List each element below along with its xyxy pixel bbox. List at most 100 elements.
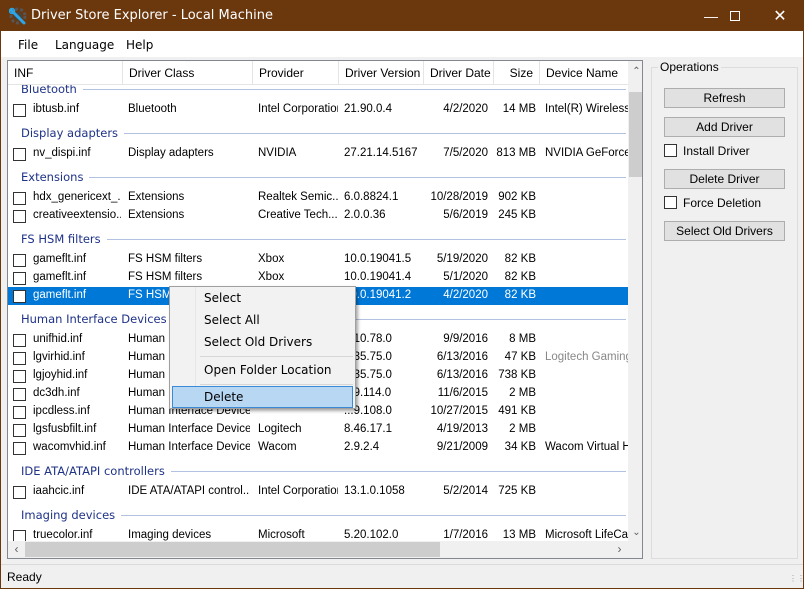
cell-size: 2 MB xyxy=(509,423,536,435)
menu-help[interactable]: Help xyxy=(126,38,153,52)
table-row[interactable]: iaahcic.inf IDE ATA/ATAPI control... Intel… xyxy=(8,483,628,501)
horizontal-scrollbar[interactable]: ‹ › xyxy=(8,541,628,558)
force-deletion-checkbox-box[interactable] xyxy=(664,196,677,209)
cell-size: 82 KB xyxy=(504,253,536,265)
cell-date: 9/9/2016 xyxy=(443,333,488,345)
context-menu-delete[interactable]: Delete xyxy=(172,386,353,408)
title-bar: Driver Store Explorer - Local Machine — … xyxy=(1,0,803,31)
scroll-right-icon[interactable]: › xyxy=(611,541,628,558)
column-driver-version[interactable]: Driver Version xyxy=(339,61,424,85)
context-menu-select-all[interactable]: Select All xyxy=(172,309,353,331)
table-row[interactable]: creativeextensio... Extensions Creative Te… xyxy=(8,207,628,225)
cell-size: 14 MB xyxy=(502,103,536,115)
row-checkbox[interactable] xyxy=(13,442,26,455)
cell-inf: gameflt.inf xyxy=(33,289,87,301)
cell-inf: unifhid.inf xyxy=(33,333,83,345)
vertical-scroll-thumb[interactable] xyxy=(629,92,642,177)
row-checkbox[interactable] xyxy=(13,370,26,383)
group-header[interactable]: Bluetooth xyxy=(8,85,628,99)
row-checkbox[interactable] xyxy=(13,486,26,499)
cell-version: 5.20.102.0 xyxy=(344,529,399,541)
maximize-button[interactable] xyxy=(712,0,758,31)
add-driver-button[interactable]: Add Driver xyxy=(664,117,785,137)
row-checkbox[interactable] xyxy=(13,272,26,285)
row-checkbox[interactable] xyxy=(13,530,26,541)
cell-size: 2 MB xyxy=(509,387,536,399)
group-label: IDE ATA/ATAPI controllers xyxy=(21,464,171,478)
close-button[interactable]: ✕ xyxy=(757,0,803,31)
install-driver-checkbox-box[interactable] xyxy=(664,144,677,157)
cell-provider: Logitech xyxy=(258,423,302,435)
row-checkbox[interactable] xyxy=(13,388,26,401)
sort-ascending-icon: ⌃ xyxy=(184,60,193,69)
cell-version: ...10.78.0 xyxy=(344,333,392,345)
row-checkbox[interactable] xyxy=(13,210,26,223)
group-divider xyxy=(21,177,626,178)
scroll-left-icon[interactable]: ‹ xyxy=(8,541,25,558)
row-checkbox[interactable] xyxy=(13,352,26,365)
vertical-scrollbar[interactable]: ⌃ ⌄ xyxy=(628,61,642,541)
cell-provider: Microsoft xyxy=(258,529,305,541)
group-header[interactable]: Imaging devices xyxy=(8,505,628,525)
refresh-button[interactable]: Refresh xyxy=(664,88,785,108)
context-menu-select-old-drivers[interactable]: Select Old Drivers xyxy=(172,331,353,353)
cell-inf: gameflt.inf xyxy=(33,271,87,283)
row-checkbox[interactable] xyxy=(13,104,26,117)
context-menu-select[interactable]: Select xyxy=(172,287,353,309)
row-checkbox[interactable] xyxy=(13,334,26,347)
cell-size: 82 KB xyxy=(504,271,536,283)
group-label: Extensions xyxy=(21,170,90,184)
cell-size: 725 KB xyxy=(498,485,536,497)
table-row[interactable]: gameflt.inf FS HSM filters Xbox 10.0.19041.… xyxy=(8,269,628,287)
select-old-drivers-button[interactable]: Select Old Drivers xyxy=(664,221,785,241)
column-driver-date[interactable]: Driver Date xyxy=(424,61,494,85)
row-checkbox[interactable] xyxy=(13,406,26,419)
scroll-down-icon[interactable]: ⌄ xyxy=(628,524,642,541)
column-device-name[interactable]: Device Name xyxy=(540,61,640,85)
table-row[interactable]: ibtusb.inf Bluetooth Intel Corporation 21.9… xyxy=(8,101,628,119)
cell-version: ...9.114.0 xyxy=(344,387,392,399)
cell-size: 902 KB xyxy=(498,191,536,203)
menu-language[interactable]: Language xyxy=(55,38,114,52)
cell-date: 4/2/2020 xyxy=(443,289,488,301)
cell-date: 11/6/2015 xyxy=(437,387,488,399)
cell-provider: Wacom xyxy=(258,441,297,453)
column-provider[interactable]: Provider xyxy=(253,61,339,85)
cell-inf: lgjoyhid.inf xyxy=(33,369,88,381)
install-driver-label: Install Driver xyxy=(683,144,750,158)
resize-grip-icon[interactable]: ⋮⋮ xyxy=(789,574,804,584)
table-row[interactable]: hdx_genericext_... Extensions Realtek Semi… xyxy=(8,189,628,207)
group-header[interactable]: Extensions xyxy=(8,167,628,187)
context-menu-open-folder-location[interactable]: Open Folder Location xyxy=(172,359,353,381)
cell-inf: creativeextensio... xyxy=(33,209,121,221)
menu-file[interactable]: File xyxy=(18,38,38,52)
horizontal-scroll-thumb[interactable] xyxy=(25,542,440,557)
cell-inf: iaahcic.inf xyxy=(33,485,85,497)
row-checkbox[interactable] xyxy=(13,424,26,437)
table-row[interactable]: truecolor.inf Imaging devices Microsoft 5.2… xyxy=(8,527,628,541)
table-row[interactable]: wacomvhid.inf Human Interface Devices Waco… xyxy=(8,439,628,457)
row-checkbox[interactable] xyxy=(13,192,26,205)
table-row[interactable]: nv_dispi.inf Display adapters NVIDIA 27.21.… xyxy=(8,145,628,163)
column-inf[interactable]: INF xyxy=(8,61,123,85)
cell-inf: ibtusb.inf xyxy=(33,103,80,115)
row-checkbox[interactable] xyxy=(13,290,26,303)
maximize-icon xyxy=(730,10,740,21)
group-header[interactable]: Display adapters xyxy=(8,123,628,143)
row-checkbox[interactable] xyxy=(13,254,26,267)
scroll-up-icon[interactable]: ⌃ xyxy=(628,63,642,80)
column-size[interactable]: Size xyxy=(494,61,540,85)
group-header[interactable]: IDE ATA/ATAPI controllers xyxy=(8,461,628,481)
cell-version: 13.1.0.1058 xyxy=(344,485,405,497)
cell-class: Human Interface Devices xyxy=(128,423,250,435)
cell-date: 7/5/2020 xyxy=(443,147,488,159)
row-checkbox[interactable] xyxy=(13,148,26,161)
cell-size: 491 KB xyxy=(498,405,536,417)
group-header[interactable]: FS HSM filters xyxy=(8,229,628,249)
table-row[interactable]: gameflt.inf FS HSM filters Xbox 10.0.19041.… xyxy=(8,251,628,269)
delete-driver-button[interactable]: Delete Driver xyxy=(664,169,785,189)
cell-class: FS HSM filters xyxy=(128,253,203,265)
table-row[interactable]: lgsfusbfilt.inf Human Interface Devices Lo… xyxy=(8,421,628,439)
cell-version: 10.0.19041.4 xyxy=(344,271,412,283)
cell-inf: nv_dispi.inf xyxy=(33,147,91,159)
